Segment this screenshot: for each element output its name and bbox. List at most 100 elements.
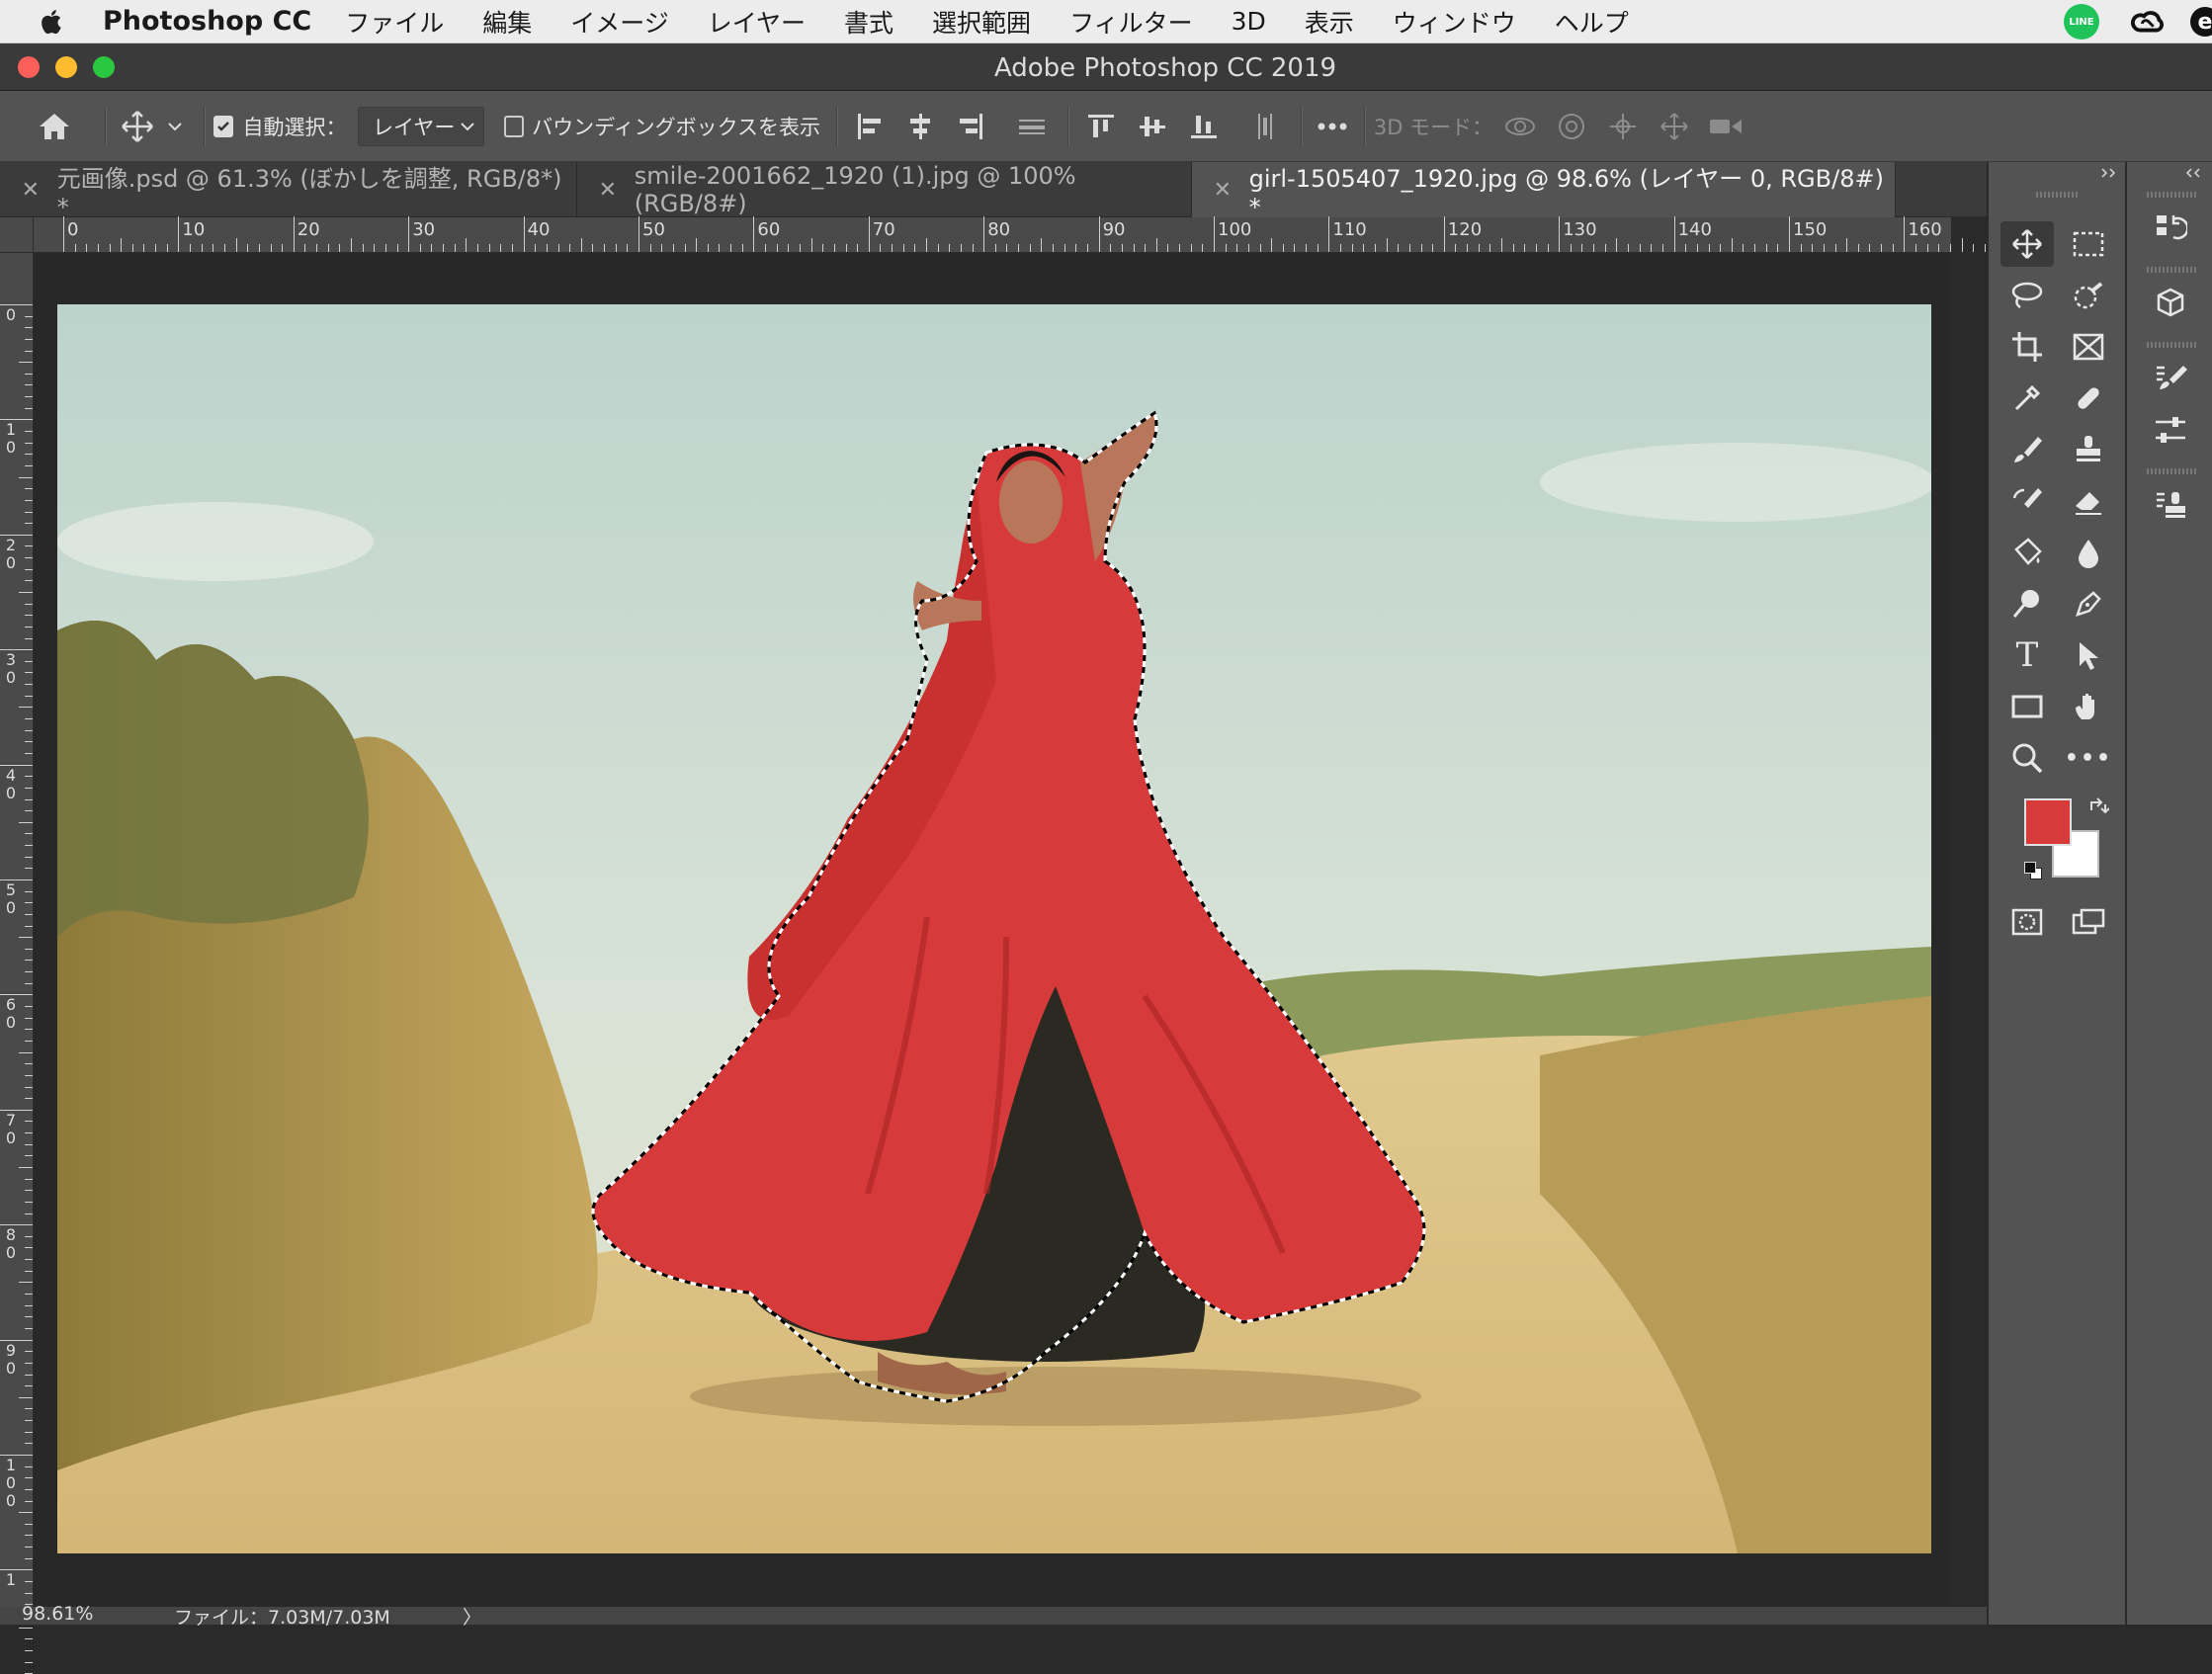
menu-filter[interactable]: フィルター — [1069, 4, 1193, 40]
distribute-button[interactable] — [1014, 105, 1050, 148]
vertical-ruler[interactable]: 0 10 20 30 40 50 60 70 80 90 100 1 — [0, 253, 34, 1674]
pen-tool[interactable] — [2062, 581, 2115, 627]
frame-tool[interactable] — [2062, 324, 2115, 370]
move-tool[interactable] — [2000, 221, 2054, 267]
align-right-button[interactable] — [953, 105, 988, 148]
bounding-box-toggle[interactable]: バウンディングボックスを表示 — [504, 105, 820, 148]
adjustments-panel-button[interactable] — [2141, 407, 2200, 453]
menu-layer[interactable]: レイヤー — [708, 4, 806, 40]
close-tab-icon[interactable]: ✕ — [593, 178, 623, 203]
quick-selection-tool[interactable] — [2062, 273, 2115, 318]
ruler-major-tick — [0, 1339, 33, 1341]
more-options-button[interactable] — [1313, 105, 1352, 148]
auto-select-target-dropdown[interactable]: レイヤー — [358, 107, 484, 146]
ruler-minor-tick — [546, 244, 548, 252]
bounding-box-checkbox[interactable] — [504, 116, 525, 137]
lasso-tool[interactable] — [2000, 273, 2054, 318]
tool-preset-picker[interactable] — [117, 105, 188, 148]
apple-icon[interactable] — [38, 7, 67, 37]
type-tool[interactable]: T — [2000, 632, 2054, 678]
align-vcenter-button[interactable] — [1135, 105, 1170, 148]
menu-type[interactable]: 書式 — [844, 4, 893, 40]
screen-mode-button[interactable] — [2062, 899, 2115, 945]
close-tab-icon[interactable]: ✕ — [1208, 178, 1237, 203]
panel-grip[interactable] — [2147, 342, 2196, 348]
ruler-minor-tick — [25, 1316, 33, 1318]
menu-window[interactable]: ウィンドウ — [1393, 4, 1516, 40]
eyedropper-tool[interactable] — [2000, 376, 2054, 421]
menu-select[interactable]: 選択範囲 — [932, 4, 1031, 40]
status-menu-arrow[interactable]: 〉 — [463, 1603, 481, 1630]
type-tool-icon: T — [2015, 635, 2039, 675]
brushes-panel-button[interactable] — [2141, 356, 2200, 401]
history-panel-button[interactable] — [2141, 206, 2200, 251]
menu-help[interactable]: ヘルプ — [1555, 4, 1629, 40]
photo-image[interactable] — [57, 304, 1931, 1553]
edit-toolbar-button[interactable]: ••• — [2062, 735, 2115, 781]
menu-view[interactable]: 表示 — [1305, 4, 1354, 40]
ruler-minor-tick — [25, 511, 33, 513]
align-top-button[interactable] — [1083, 105, 1119, 148]
panel-grip[interactable] — [2036, 192, 2080, 198]
auto-select-toggle[interactable]: 自動選択： — [213, 105, 347, 148]
healing-brush-tool[interactable] — [2062, 376, 2115, 421]
clone-source-panel-button[interactable] — [2141, 482, 2200, 528]
ruler-label: 80 — [987, 219, 1011, 240]
swap-colors-icon[interactable] — [2087, 796, 2109, 818]
menu-image[interactable]: イメージ — [570, 4, 669, 40]
creative-cloud-icon[interactable] — [2129, 7, 2167, 37]
panel-grip[interactable] — [2147, 267, 2196, 273]
menu-edit[interactable]: 編集 — [482, 4, 532, 40]
e-app-icon[interactable]: e — [2190, 7, 2212, 37]
auto-select-checkbox[interactable] — [213, 116, 233, 137]
ruler-minor-tick — [25, 442, 33, 444]
brush-tool[interactable] — [2000, 427, 2054, 472]
align-bottom-button[interactable] — [1186, 105, 1222, 148]
3d-panel-button[interactable] — [2141, 281, 2200, 326]
3d-scale-button[interactable] — [1706, 105, 1745, 148]
path-selection-tool[interactable] — [2062, 632, 2115, 678]
dodge-tool[interactable] — [2000, 581, 2054, 627]
align-left-button[interactable] — [852, 105, 888, 148]
blur-tool[interactable] — [2062, 530, 2115, 575]
tab-girl-jpg[interactable]: ✕ girl-1505407_1920.jpg @ 98.6% (レイヤー 0,… — [1192, 162, 1896, 221]
3d-slide-button[interactable] — [1655, 105, 1694, 148]
panel-grip[interactable] — [2147, 468, 2196, 474]
app-name-menu[interactable]: Photoshop CC — [103, 6, 311, 37]
home-button[interactable] — [32, 105, 77, 148]
quick-mask-button[interactable] — [2000, 899, 2054, 945]
panel-grip[interactable] — [2147, 192, 2196, 198]
line-app-icon[interactable]: LINE — [2064, 4, 2099, 40]
horizontal-ruler[interactable]: 0 10 20 30 40 50 60 70 80 90 100 110 120 130 140 150 160 — [34, 216, 2009, 253]
close-tab-icon[interactable]: ✕ — [16, 178, 45, 203]
menu-3d[interactable]: 3D — [1232, 7, 1266, 36]
hand-tool[interactable] — [2062, 684, 2115, 729]
eraser-tool[interactable] — [2062, 478, 2115, 524]
3d-pan-button[interactable] — [1603, 105, 1643, 148]
tab-original-psd[interactable]: ✕ 元画像.psd @ 61.3% (ぼかしを調整, RGB/8*) * — [0, 162, 577, 221]
expand-panels-icon[interactable] — [2182, 166, 2202, 180]
foreground-color-swatch[interactable] — [2024, 798, 2072, 846]
collapse-panel-icon[interactable] — [2099, 166, 2119, 180]
ruler-minor-tick — [25, 1557, 33, 1559]
ruler-minor-tick — [19, 1627, 33, 1629]
tab-smile-jpg[interactable]: ✕ smile-2001662_1920 (1).jpg @ 100% (RGB… — [577, 162, 1192, 217]
3d-roll-button[interactable] — [1552, 105, 1591, 148]
ruler-origin[interactable] — [0, 217, 34, 253]
zoom-tool[interactable] — [2000, 735, 2054, 781]
default-colors-icon[interactable] — [2024, 862, 2044, 881]
history-brush-tool[interactable] — [2000, 478, 2054, 524]
crop-tool[interactable] — [2000, 324, 2054, 370]
rectangle-tool[interactable] — [2000, 684, 2054, 729]
ruler-major-tick — [0, 1224, 33, 1226]
ruler-minor-tick — [25, 868, 33, 870]
align-hcenter-button[interactable] — [902, 105, 938, 148]
paint-bucket-tool[interactable] — [2000, 530, 2054, 575]
document-canvas[interactable] — [34, 253, 1951, 1607]
zoom-level[interactable]: 98.61% — [22, 1603, 93, 1625]
marquee-tool[interactable] — [2062, 221, 2115, 267]
3d-orbit-button[interactable] — [1500, 105, 1540, 148]
distribute-vertical-button[interactable] — [1247, 105, 1283, 148]
clone-stamp-tool[interactable] — [2062, 427, 2115, 472]
menu-file[interactable]: ファイル — [345, 4, 444, 40]
